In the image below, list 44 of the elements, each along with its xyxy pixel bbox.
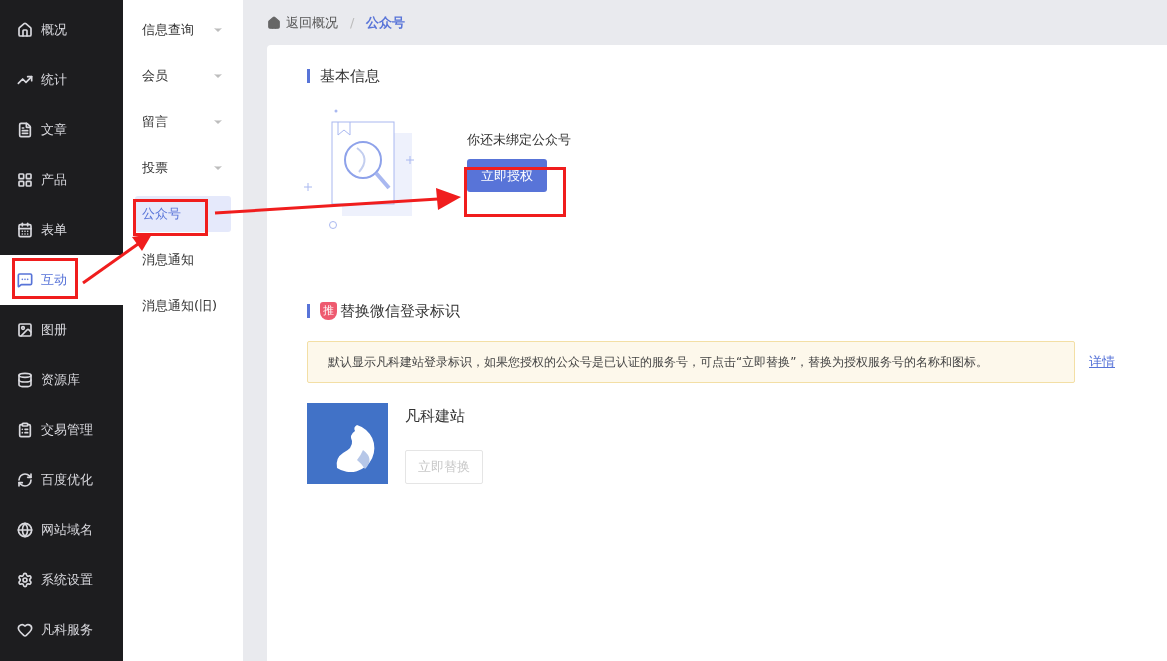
nav-item[interactable]: 统计 [0, 55, 123, 105]
nav-icon [17, 172, 33, 188]
nav-icon [17, 22, 33, 38]
nav-icon [17, 322, 33, 338]
breadcrumb-separator: / [350, 13, 355, 32]
nav-icon [17, 622, 33, 638]
nav-icon [17, 422, 33, 438]
recommend-badge: 推 [320, 301, 337, 320]
unbound-message: 你还未绑定公众号 [467, 130, 571, 149]
nav-item[interactable]: 文章 [0, 105, 123, 155]
nav-item[interactable]: 凡科服务 [0, 605, 123, 655]
sub-nav-item[interactable]: 消息通知 [135, 242, 231, 278]
sub-nav-item[interactable]: 公众号 [135, 196, 231, 232]
nav-item[interactable]: 系统设置 [0, 555, 123, 605]
nav-item[interactable]: 百度优化 [0, 455, 123, 505]
sub-nav-item[interactable]: 留言 [135, 104, 231, 140]
nav-item[interactable]: 概况 [0, 5, 123, 55]
nav-item[interactable]: 交易管理 [0, 405, 123, 455]
nav-item[interactable]: 资源库 [0, 355, 123, 405]
nav-icon [17, 122, 33, 138]
nav-item[interactable]: 图册 [0, 305, 123, 355]
notice-banner: 默认显示凡科建站登录标识，如果您授权的公众号是已认证的服务号，可点击“立即替换”，替换为授权服务号的名称和图标。 [307, 341, 1075, 383]
nav-icon [17, 222, 33, 238]
nav-icon [17, 472, 33, 488]
sub-nav-item[interactable]: 消息通知(旧) [135, 288, 231, 324]
nav-item[interactable]: 网站域名 [0, 505, 123, 555]
back-link[interactable]: 返回概况 [267, 12, 338, 33]
sub-nav-item[interactable]: 会员 [135, 58, 231, 94]
details-link[interactable]: 详情 [1089, 352, 1115, 372]
nav-item[interactable]: 表单 [0, 205, 123, 255]
sub-nav-item[interactable]: 信息查询 [135, 12, 231, 48]
nav-icon [17, 572, 33, 588]
section-title: 替换微信登录标识 [340, 300, 460, 322]
nav-icon [17, 272, 33, 288]
highlight-frame [12, 258, 78, 299]
breadcrumb-current: 公众号 [366, 13, 406, 32]
section-title: 基本信息 [320, 66, 380, 87]
nav-icon [17, 522, 33, 538]
sub-nav-item[interactable]: 投票 [135, 150, 231, 186]
nav-icon [17, 372, 33, 388]
nav-item[interactable]: 产品 [0, 155, 123, 205]
site-name: 凡科建站 [405, 406, 465, 427]
home-icon [267, 15, 281, 30]
nav-item[interactable]: 互动 [0, 255, 123, 305]
